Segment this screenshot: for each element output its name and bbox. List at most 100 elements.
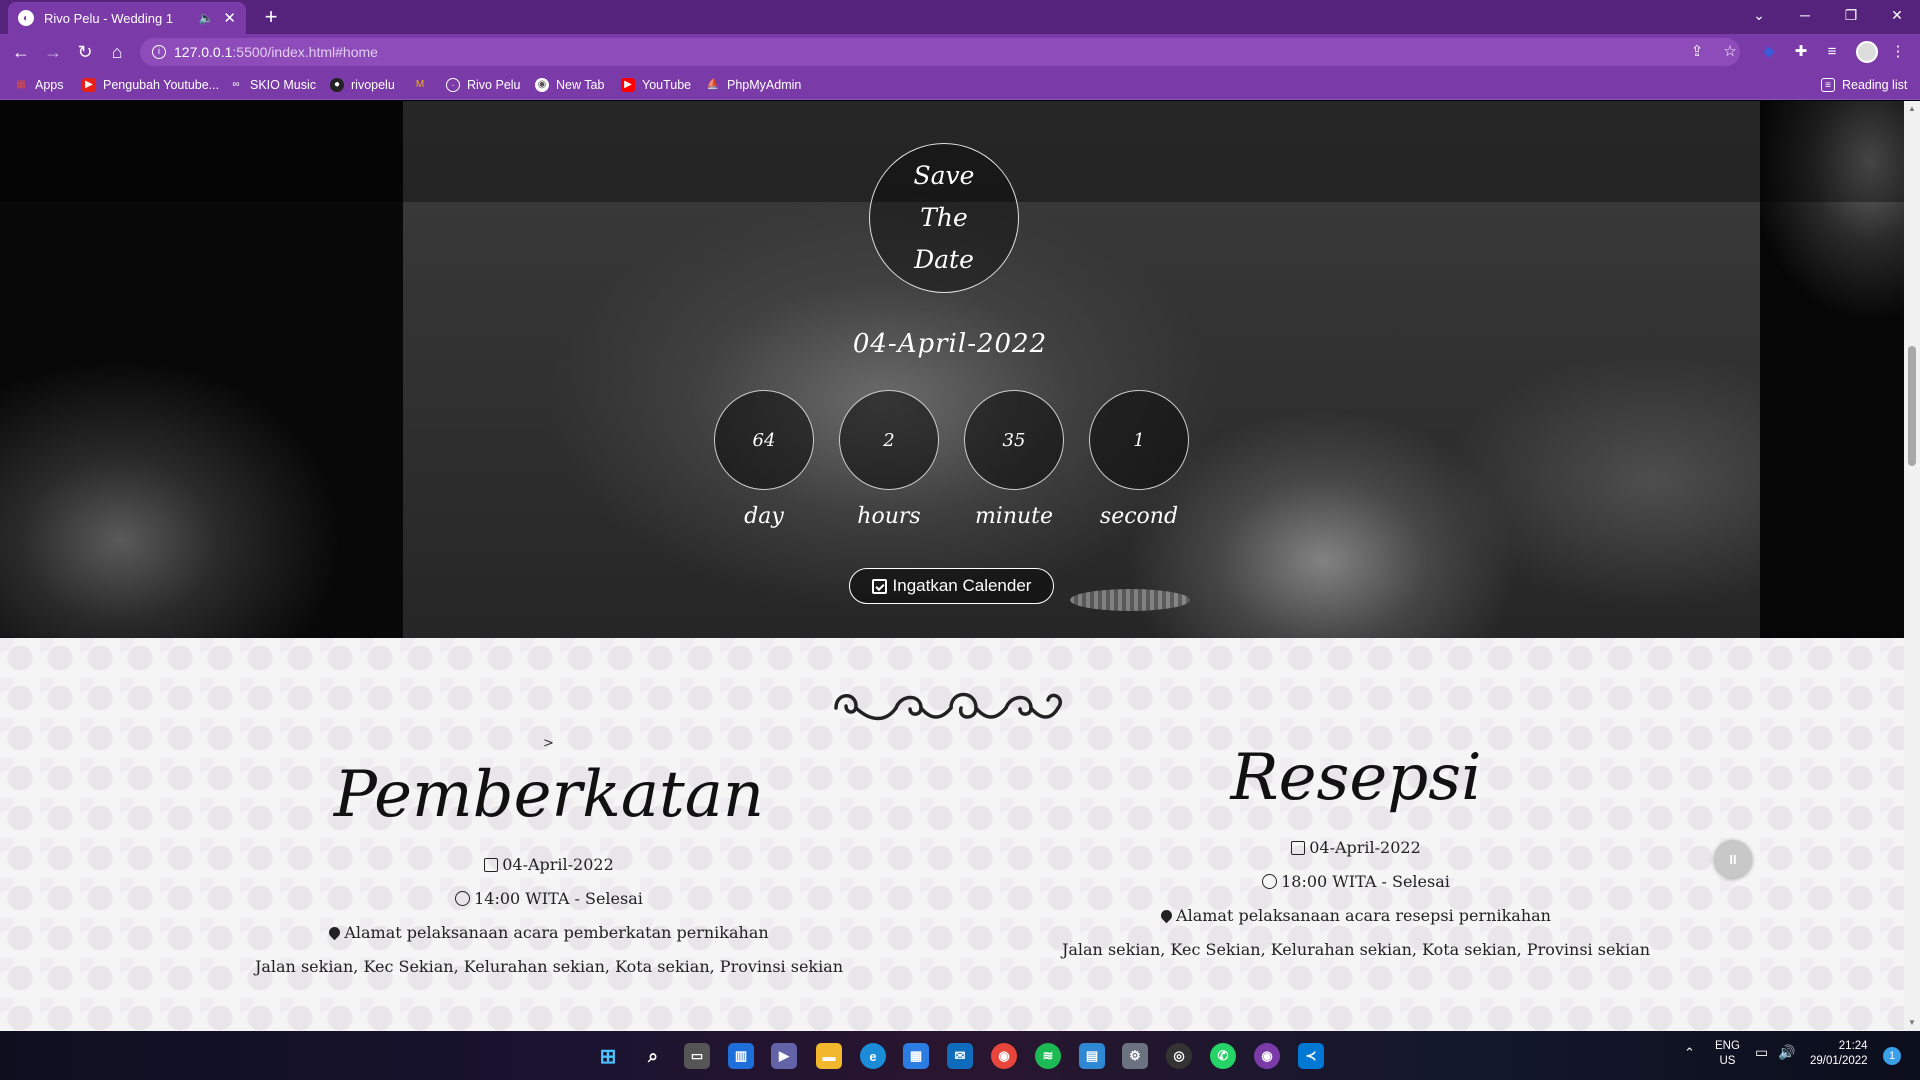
resepsi-place-row: Alamat pelaksanaan acara resepsi pernika… — [1006, 906, 1706, 925]
scroll-down-icon[interactable]: ▼ — [1908, 1019, 1916, 1027]
music-pause-button[interactable]: II — [1714, 840, 1752, 878]
home-icon[interactable]: ⌂ — [104, 39, 130, 65]
scrollbar-thumb[interactable] — [1908, 346, 1916, 466]
windows-start-icon[interactable]: ⊞ — [595, 1043, 621, 1069]
bookmark-new-tab[interactable]: ◉ New Tab — [535, 76, 604, 94]
network-icon[interactable]: ▭ — [1755, 1045, 1768, 1060]
pemberkatan-title: Pemberkatan — [333, 758, 765, 832]
bookmark-phpmyadmin[interactable]: ⛵ PhpMyAdmin — [706, 76, 802, 94]
search-icon[interactable]: ⌕ — [640, 1043, 666, 1069]
site-favicon-icon: ◐ — [18, 10, 34, 26]
pemberkatan-place-row: Alamat pelaksanaan acara pemberkatan per… — [199, 923, 899, 942]
edge-browser-icon[interactable]: e — [860, 1043, 886, 1069]
file-explorer-icon[interactable]: ▬ — [816, 1043, 842, 1069]
github-icon: ● — [330, 78, 344, 92]
vscode-icon[interactable]: ≺ — [1298, 1043, 1324, 1069]
tab-search-icon[interactable]: ⌄ — [1736, 0, 1782, 30]
resepsi-time-row: 18:00 WITA - Selesai — [1006, 872, 1706, 891]
reload-icon[interactable]: ↻ — [72, 39, 98, 65]
countdown-minutes: 35 — [964, 390, 1064, 490]
browser-menu-icon[interactable]: ⋮ — [1888, 42, 1908, 62]
bookmark-label: Rivo Pelu — [467, 78, 521, 92]
apps-grid-icon: ▦ — [16, 79, 26, 90]
bookmark-rivo-pelu[interactable]: · Rivo Pelu — [446, 76, 521, 94]
new-tab-button[interactable]: + — [258, 4, 284, 30]
bookmark-label: Apps — [35, 78, 64, 92]
extensions-puzzle-icon[interactable]: ✚ — [1791, 42, 1811, 62]
page-viewport: Save The Date 04-April-2022 64 2 35 1 da… — [0, 101, 1904, 1031]
region-code: US — [1719, 1055, 1736, 1067]
resepsi-place: Alamat pelaksanaan acara resepsi pernika… — [1176, 906, 1551, 925]
language-indicator[interactable]: ENG US — [1715, 1039, 1740, 1069]
scroll-up-icon[interactable]: ▲ — [1908, 105, 1916, 113]
bookmark-apps[interactable]: ▦ Apps — [14, 76, 64, 94]
widgets-icon[interactable]: ▥ — [728, 1043, 754, 1069]
notepad-icon[interactable]: ▤ — [1079, 1043, 1105, 1069]
chrome-profile-icon[interactable]: ◉ — [1254, 1043, 1280, 1069]
bookmark-star-icon[interactable]: ☆ — [1720, 42, 1740, 62]
stray-marker-text: > — [543, 736, 554, 751]
microsoft-store-icon[interactable]: ▦ — [903, 1043, 929, 1069]
media-queue-icon[interactable]: ≡ — [1822, 42, 1842, 62]
obs-studio-icon[interactable]: ◎ — [1166, 1043, 1192, 1069]
tab-active[interactable]: ◐ Rivo Pelu - Wedding 1 🔈 ✕ — [8, 2, 246, 34]
bookmark-pengubah-youtube[interactable]: ▶ Pengubah Youtube... — [82, 76, 219, 94]
pemberkatan-place: Alamat pelaksanaan acara pemberkatan per… — [344, 923, 769, 942]
youtube-icon: ▶ — [621, 78, 635, 92]
back-arrow-icon[interactable]: ← — [8, 39, 34, 65]
task-view-icon[interactable]: ▭ — [684, 1043, 710, 1069]
reading-list-button[interactable]: ≡ Reading list — [1821, 76, 1907, 94]
pemberkatan-date-row: 04-April-2022 — [199, 855, 899, 874]
forward-arrow-icon[interactable]: → — [40, 39, 66, 65]
save-the-date-text: Save The Date — [913, 161, 975, 274]
site-info-icon[interactable]: i — [152, 45, 166, 59]
pemberkatan-time-row: 14:00 WITA - Selesai — [199, 889, 899, 908]
pemberkatan-date: 04-April-2022 — [502, 855, 614, 874]
restore-button[interactable]: ❐ — [1828, 0, 1874, 30]
page-scrollbar[interactable]: ▲ ▼ — [1904, 101, 1920, 1031]
bookmark-rivopelu[interactable]: ● rivopelu — [330, 76, 395, 94]
resepsi-time: 18:00 WITA - Selesai — [1281, 872, 1450, 891]
pemberkatan-address: Jalan sekian, Kec Sekian, Kelurahan seki… — [254, 957, 844, 976]
share-icon[interactable]: ⇪ — [1687, 42, 1707, 62]
tab-strip: ◐ Rivo Pelu - Wedding 1 🔈 ✕ + ⌄ ─ ❐ ✕ — [0, 0, 1920, 34]
calendar-icon — [1291, 840, 1306, 855]
clock-icon — [1262, 874, 1278, 889]
bookmark-youtube[interactable]: ▶ YouTube — [621, 76, 691, 94]
add-to-calendar-button[interactable]: Ingatkan Calender — [849, 568, 1054, 604]
profile-avatar[interactable] — [1856, 41, 1878, 63]
tab-audio-icon[interactable]: 🔈 — [198, 11, 213, 25]
bookmark-label: YouTube — [642, 78, 692, 92]
notification-badge[interactable]: 1 — [1883, 1047, 1901, 1065]
bookmarks-bar: ▦ Apps ▶ Pengubah Youtube... ∞ SKIO Music ●… — [0, 70, 1920, 100]
clock-tray[interactable]: 21:24 29/01/2022 — [1810, 1039, 1868, 1069]
countdown-label-day: day — [744, 504, 784, 529]
settings-gear-icon[interactable]: ⚙ — [1122, 1043, 1148, 1069]
extension-shield-icon[interactable]: ◆ — [1759, 42, 1779, 62]
url-host: 127.0.0.1 — [174, 44, 233, 60]
whatsapp-icon[interactable]: ✆ — [1210, 1043, 1236, 1069]
bookmark-label: rivopelu — [351, 78, 395, 92]
tray-overflow-icon[interactable]: ⌃ — [1684, 1045, 1695, 1060]
calendar-check-icon — [871, 578, 887, 594]
bookmark-gmail[interactable]: M — [413, 76, 434, 94]
chrome-icon[interactable]: ◉ — [991, 1043, 1017, 1069]
mail-icon[interactable]: ✉ — [947, 1043, 973, 1069]
teams-chat-icon[interactable]: ▶ — [771, 1043, 797, 1069]
resepsi-date: 04-April-2022 — [1309, 838, 1421, 857]
bookmark-label: PhpMyAdmin — [727, 78, 802, 92]
minimize-button[interactable]: ─ — [1782, 0, 1828, 30]
resepsi-title: Resepsi — [1230, 741, 1482, 815]
spotify-icon[interactable]: ≋ — [1035, 1043, 1061, 1069]
tab-title: Rivo Pelu - Wedding 1 — [44, 10, 174, 26]
address-bar[interactable]: i 127.0.0.1:5500/index.html#home — [140, 38, 1740, 66]
chrome-newtab-icon: ◉ — [535, 78, 549, 92]
window-close-button[interactable]: ✕ — [1874, 0, 1920, 30]
tab-close-icon[interactable]: ✕ — [223, 9, 236, 27]
map-pin-icon — [1158, 907, 1175, 924]
volume-icon[interactable]: 🔊 — [1778, 1045, 1795, 1060]
bookmark-skio-music[interactable]: ∞ SKIO Music — [229, 76, 316, 94]
countdown-seconds: 1 — [1089, 390, 1189, 490]
bookmark-label: SKIO Music — [250, 78, 316, 92]
resepsi-address: Jalan sekian, Kec Sekian, Kelurahan seki… — [1061, 940, 1651, 959]
